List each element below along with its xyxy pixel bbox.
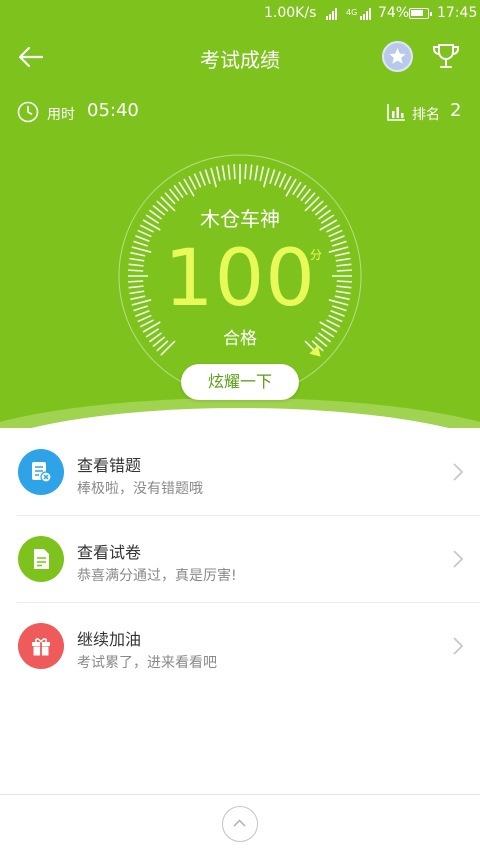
- network-type: 4G: [346, 8, 358, 17]
- gauge-tick: [259, 166, 265, 182]
- gauge-tick: [221, 165, 226, 181]
- scroll-up-button[interactable]: [222, 806, 258, 842]
- rank-label: 排名: [412, 107, 440, 123]
- clock-icon: [17, 101, 39, 123]
- gauge-tick: [227, 164, 231, 180]
- cell-signal-icon: [360, 8, 371, 20]
- list-item-subtitle: 考试累了，进来看看吧: [77, 655, 217, 671]
- gauge-tick: [193, 173, 202, 188]
- chevron-right-icon: [453, 637, 464, 655]
- battery-percent: 74%: [378, 5, 410, 21]
- gauge-tick: [210, 167, 217, 188]
- star-icon: [389, 48, 406, 64]
- clock-time: 17:45: [437, 5, 478, 21]
- chevron-right-icon: [453, 463, 464, 481]
- user-nickname: 木仓车神: [200, 207, 280, 231]
- time-used-value: 05:40: [87, 100, 139, 121]
- footer-divider: [0, 794, 480, 795]
- time-used-label: 用时: [47, 107, 75, 123]
- gauge-tick: [263, 167, 270, 188]
- gauge-tick: [269, 169, 276, 184]
- favorite-star-button[interactable]: [382, 41, 413, 72]
- gauge-tick: [188, 175, 197, 190]
- wrong-questions-icon: [18, 449, 64, 495]
- status-bar: 1.00K/s 4G 74% 17:45: [0, 0, 480, 28]
- list-item-paper[interactable]: 查看试卷 恭喜满分通过，真是厉害!: [0, 515, 480, 603]
- score-value: 100: [164, 234, 316, 324]
- paper-icon: [18, 536, 64, 582]
- gauge-tick: [274, 171, 281, 186]
- score-unit: 分: [310, 248, 323, 262]
- wifi-signal-icon: [326, 8, 337, 20]
- list-item-subtitle: 恭喜满分通过，真是厉害!: [77, 568, 237, 584]
- gauge-tick: [254, 165, 259, 181]
- list-item-keep-going[interactable]: 继续加油 考试累了，进来看看吧: [0, 602, 480, 690]
- share-button[interactable]: 炫耀一下: [181, 364, 299, 400]
- exam-result-screen: 1.00K/s 4G 74% 17:45 考试成绩 用时 05:40 排名 2 …: [0, 0, 480, 853]
- gauge-tick: [278, 173, 287, 188]
- trophy-icon[interactable]: [430, 40, 462, 72]
- chevron-right-icon: [453, 550, 464, 568]
- gauge-tick: [215, 166, 221, 182]
- gauge-tick: [249, 164, 253, 180]
- gauge-tick: [283, 175, 292, 190]
- result-header: 1.00K/s 4G 74% 17:45 考试成绩 用时 05:40 排名 2 …: [0, 0, 480, 428]
- list-item-subtitle: 棒极啦，没有错题哦: [77, 481, 203, 497]
- battery-icon: [409, 8, 432, 19]
- list-item-title: 查看错题: [77, 456, 142, 475]
- list-item-wrong-questions[interactable]: 查看错题 棒极啦，没有错题哦: [0, 428, 480, 516]
- pass-status: 合格: [223, 329, 257, 349]
- gauge-tick: [199, 171, 206, 186]
- rank-chart-icon: [387, 104, 405, 121]
- list-item-title: 查看试卷: [77, 543, 142, 562]
- list-item-title: 继续加油: [77, 630, 142, 649]
- gift-icon: [18, 623, 64, 669]
- rank-value: 2: [450, 100, 462, 121]
- gauge-tick: [233, 164, 236, 180]
- chevron-up-icon: [233, 819, 246, 827]
- gauge-tick: [204, 169, 211, 184]
- gauge-tick: [244, 164, 247, 180]
- net-speed: 1.00K/s: [264, 5, 317, 21]
